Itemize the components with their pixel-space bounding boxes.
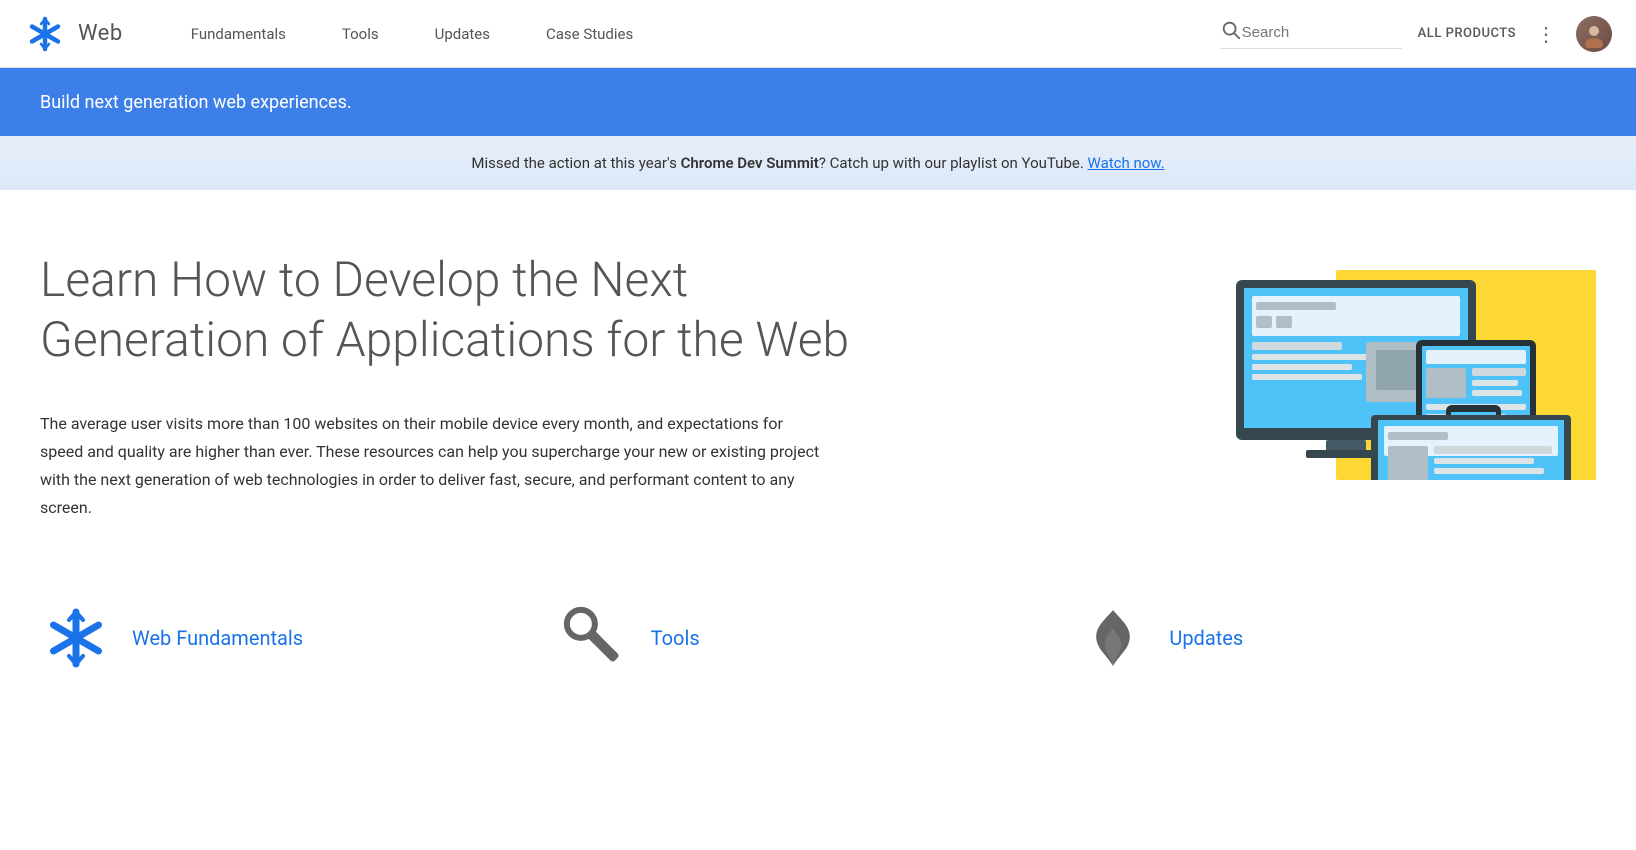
nav-links: Fundamentals Tools Updates Case Studies (163, 0, 1220, 68)
web-fundamentals-icon (40, 602, 112, 674)
hero-description: The average user visits more than 100 we… (40, 410, 820, 522)
search-area[interactable] (1220, 19, 1402, 49)
logo-text: Web (78, 21, 123, 46)
nav-item-fundamentals[interactable]: Fundamentals (163, 0, 314, 68)
nav-right: ALL PRODUCTS ⋮ (1220, 16, 1612, 52)
web-fundamentals-label: Web Fundamentals (132, 626, 303, 650)
logo[interactable]: Web (24, 13, 123, 55)
notification-text-before: Missed the action at this year's (471, 154, 680, 172)
navigation: Web Fundamentals Tools Updates Case Stud… (0, 0, 1636, 68)
nav-item-case-studies[interactable]: Case Studies (518, 0, 661, 68)
bottom-icons-section: Web Fundamentals Tools (40, 582, 1596, 674)
updates-item[interactable]: Updates (1077, 602, 1596, 674)
watch-now-link[interactable]: Watch now. (1088, 154, 1165, 172)
all-products-button[interactable]: ALL PRODUCTS (1418, 26, 1516, 41)
nav-item-updates[interactable]: Updates (407, 0, 518, 68)
logo-icon (24, 13, 66, 55)
hero-banner-text: Build next generation web experiences. (40, 92, 352, 113)
hero-svg (1216, 250, 1596, 480)
search-input[interactable] (1242, 24, 1402, 41)
tools-icon (559, 602, 631, 674)
more-options-icon[interactable]: ⋮ (1536, 22, 1556, 46)
hero-banner: Build next generation web experiences. (0, 68, 1636, 136)
updates-label: Updates (1169, 626, 1243, 650)
tools-label: Tools (651, 626, 700, 650)
notification-text-after: ? Catch up with our playlist on YouTube. (819, 154, 1088, 172)
hero-section: Learn How to Develop the Next Generation… (40, 250, 1596, 522)
web-fundamentals-item[interactable]: Web Fundamentals (40, 602, 559, 674)
notification-bold: Chrome Dev Summit (681, 154, 819, 172)
avatar-image (1576, 16, 1612, 52)
updates-icon (1077, 602, 1149, 674)
hero-title: Learn How to Develop the Next Generation… (40, 250, 900, 370)
notification-banner: Missed the action at this year's Chrome … (0, 136, 1636, 190)
main-content: Learn How to Develop the Next Generation… (0, 190, 1636, 714)
tools-item[interactable]: Tools (559, 602, 1078, 674)
user-avatar[interactable] (1576, 16, 1612, 52)
search-icon[interactable] (1220, 19, 1242, 46)
hero-text: Learn How to Develop the Next Generation… (40, 250, 940, 522)
nav-item-tools[interactable]: Tools (314, 0, 407, 68)
notification-text: Missed the action at this year's Chrome … (471, 154, 1164, 172)
hero-illustration (1216, 250, 1596, 470)
